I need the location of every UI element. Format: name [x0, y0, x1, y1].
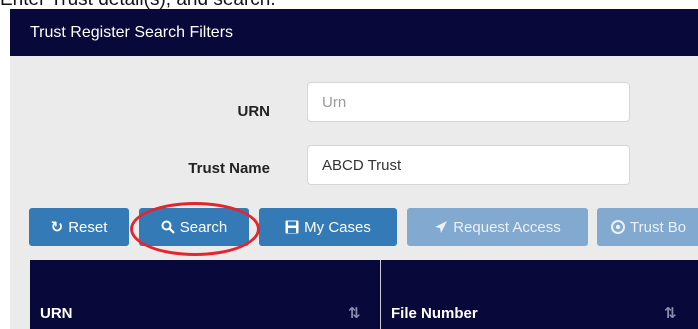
sort-icon: ⇅	[664, 305, 677, 322]
my-cases-button[interactable]: My Cases	[259, 208, 397, 246]
circle-icon	[611, 220, 625, 234]
send-icon	[434, 220, 448, 234]
sort-numeric-icon: ⇅	[348, 305, 361, 322]
request-access-button[interactable]: Request Access	[407, 208, 588, 246]
instruction-caption: Enter Trust detail(s), and search.	[0, 0, 698, 9]
column-header-urn[interactable]: URN ⇅	[30, 260, 380, 329]
my-cases-label: My Cases	[304, 218, 371, 236]
column-header-file-number-label: File Number	[391, 305, 478, 322]
refresh-icon: ↻	[50, 219, 64, 236]
search-label: Search	[179, 218, 228, 236]
trust-browse-label: Trust Bo	[630, 218, 687, 236]
search-filters-panel: Trust Register Search Filters URN Trust …	[10, 9, 698, 329]
column-header-file-number[interactable]: File Number ⇅	[381, 260, 698, 329]
urn-label: URN	[237, 103, 271, 120]
urn-input[interactable]	[307, 82, 630, 122]
trust-name-input[interactable]	[307, 145, 630, 185]
save-icon	[285, 220, 299, 234]
results-table-header: URN ⇅ File Number ⇅	[30, 260, 698, 329]
search-button[interactable]: Search	[139, 208, 249, 246]
search-icon	[161, 220, 175, 234]
reset-label: Reset	[68, 218, 108, 236]
trust-browse-button[interactable]: Trust Bo	[597, 208, 698, 246]
panel-header: Trust Register Search Filters	[10, 9, 698, 56]
trust-name-label: Trust Name	[188, 160, 270, 177]
column-header-urn-label: URN	[40, 305, 73, 322]
reset-button[interactable]: ↻ Reset	[29, 208, 129, 246]
request-access-label: Request Access	[453, 218, 561, 236]
panel-title: Trust Register Search Filters	[30, 24, 234, 41]
